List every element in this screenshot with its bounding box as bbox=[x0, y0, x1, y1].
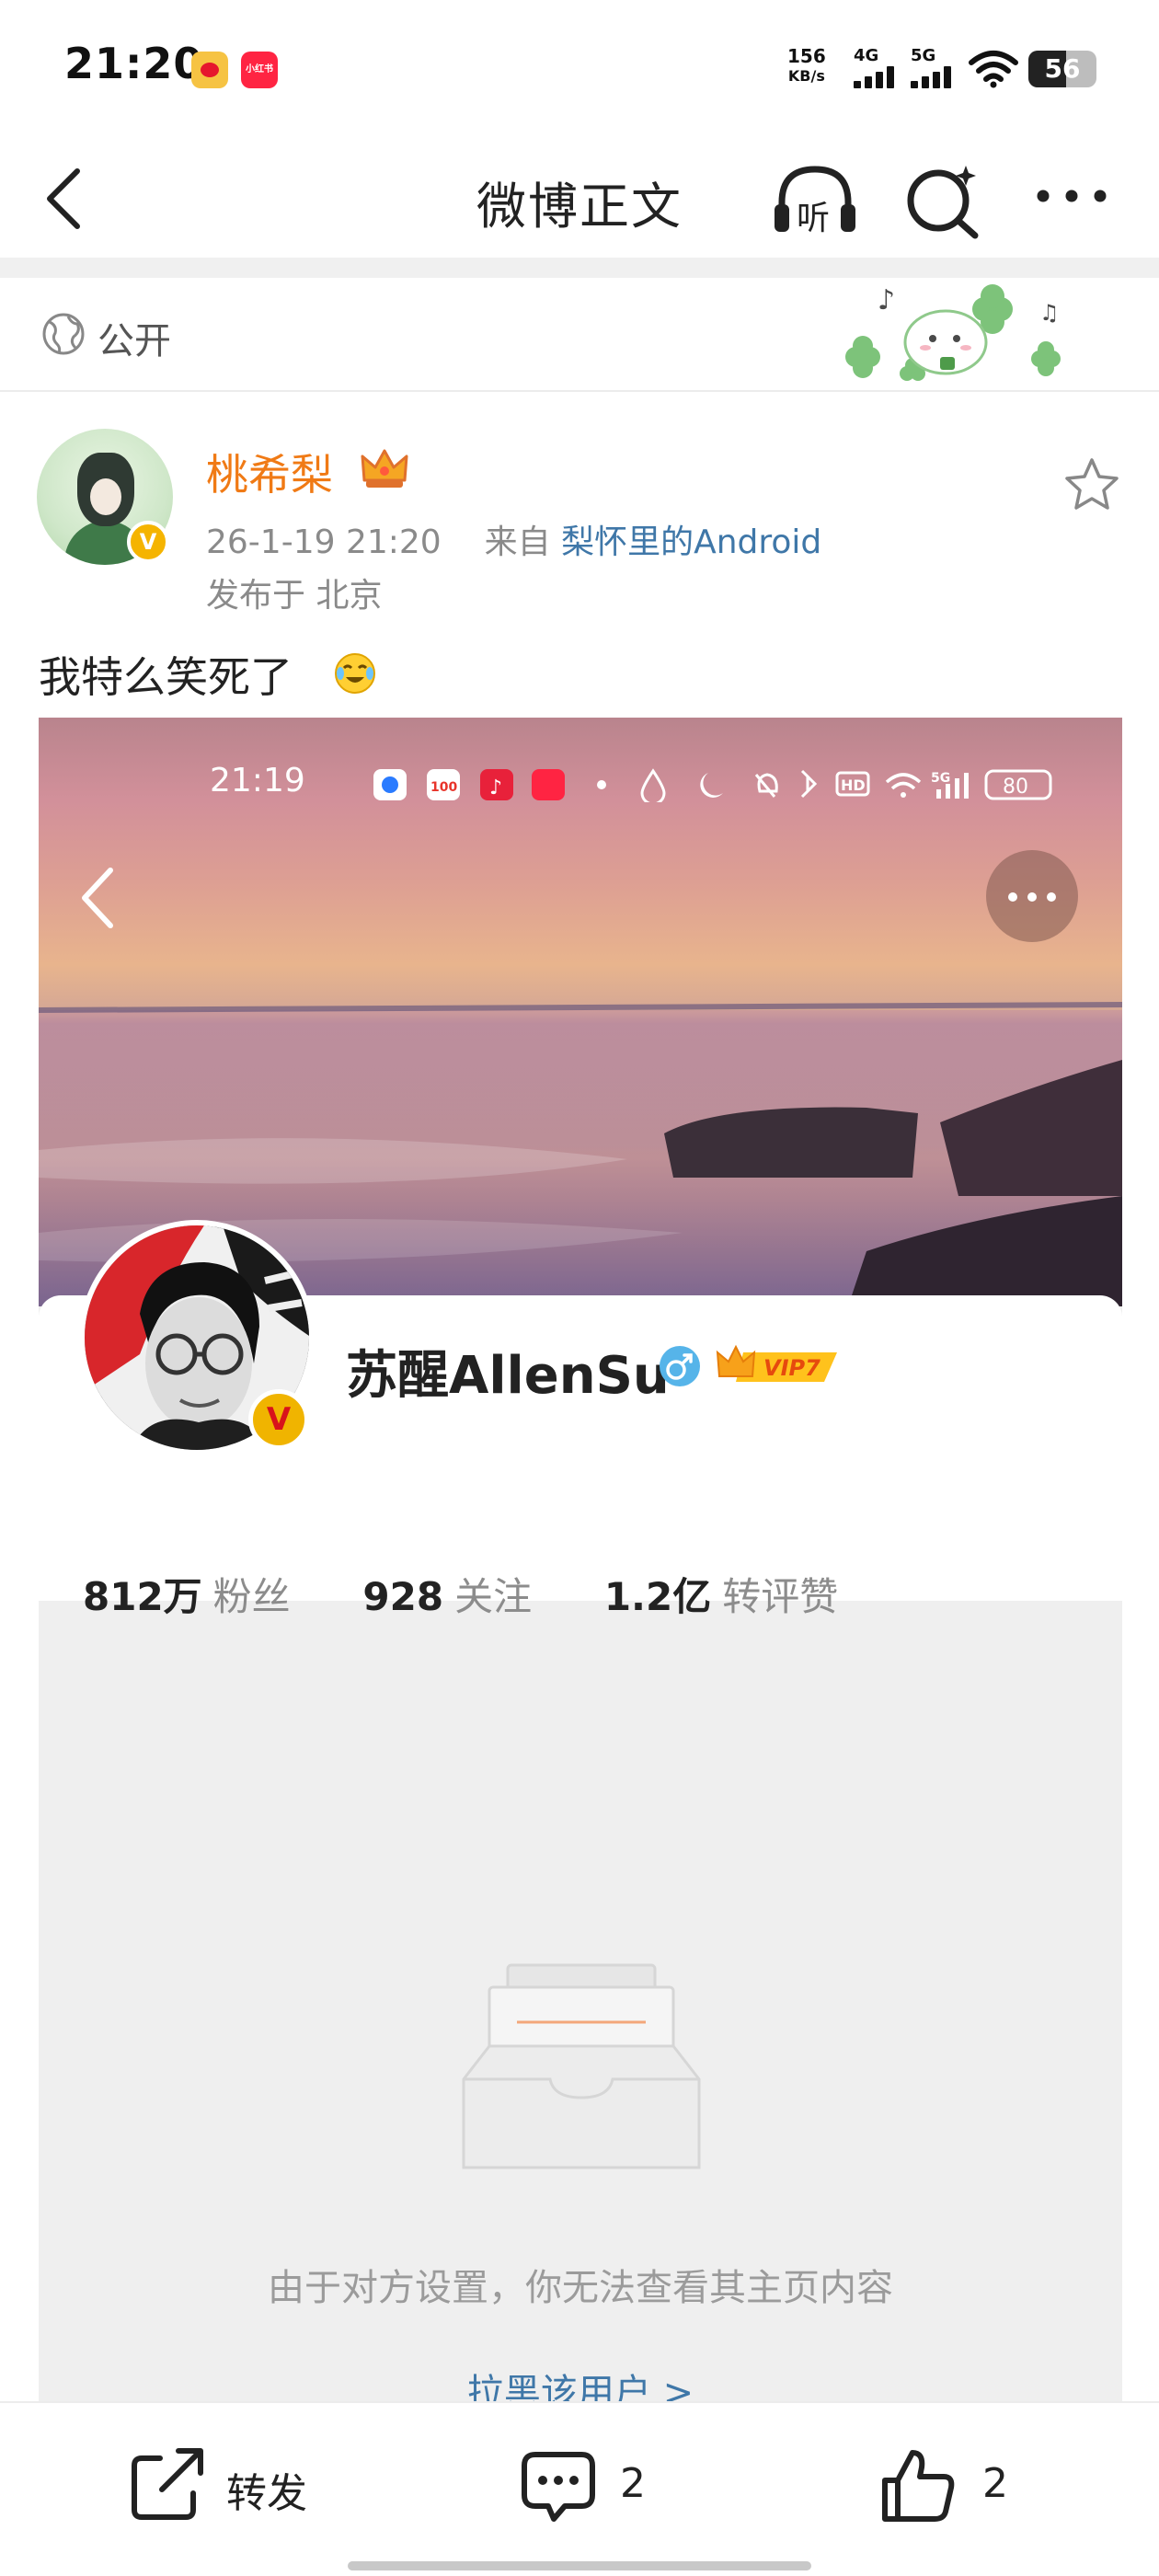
blocked-message: 由于对方设置，你无法查看其主页内容 bbox=[268, 2267, 893, 2309]
nav-bar: 微博正文 听 bbox=[0, 138, 1159, 258]
weibo-icon bbox=[191, 52, 228, 88]
page-title: 微博正文 bbox=[476, 178, 683, 236]
block-user-link: 拉黑该用户 > bbox=[466, 2372, 694, 2401]
interactions-label: 转评赞 bbox=[722, 1574, 839, 1619]
embedded-battery: 80 bbox=[1003, 776, 1028, 799]
interactions-count: 1.2亿 bbox=[603, 1574, 712, 1619]
network-speed-unit: KB/s bbox=[787, 67, 825, 85]
profile-name: 苏醒AllenSu bbox=[346, 1346, 670, 1406]
action-toolbar: 转发 2 2 bbox=[0, 2401, 1159, 2576]
signal-5g-icon: 5G bbox=[911, 46, 957, 92]
embedded-status-icons: 100 ♪ HD 5G 80 bbox=[373, 768, 1052, 802]
svg-text:♪: ♪ bbox=[878, 284, 895, 316]
post-from-prefix: 来自 bbox=[484, 523, 551, 561]
author-name[interactable]: 桃希梨 bbox=[206, 442, 333, 502]
repost-label: 转发 bbox=[226, 2470, 307, 2517]
clover-decoration-icon: ♪ ♫ bbox=[845, 284, 1061, 381]
profile-stats: 812万 粉丝 928 关注 1.2亿 转评赞 bbox=[83, 1566, 838, 1622]
section-divider bbox=[0, 258, 1159, 278]
svg-text:100: 100 bbox=[430, 780, 457, 795]
vip-label: VIP7 bbox=[763, 1355, 820, 1381]
more-icon[interactable] bbox=[1030, 164, 1113, 228]
followers-count: 812万 bbox=[83, 1574, 202, 1619]
privacy-row: 公开 ♪ ♫ bbox=[0, 278, 1159, 392]
like-button[interactable]: 2 bbox=[876, 2444, 1032, 2526]
listen-button[interactable]: 听 bbox=[769, 160, 861, 243]
battery-icon: 56 bbox=[1028, 51, 1096, 87]
listen-label: 听 bbox=[797, 200, 831, 237]
like-count: 2 bbox=[982, 2460, 1008, 2507]
vip-badge-icon: VIP7 bbox=[716, 1344, 837, 1382]
followers-label: 粉丝 bbox=[212, 1574, 291, 1619]
following-count: 928 bbox=[362, 1574, 444, 1619]
wifi-icon bbox=[969, 51, 1018, 88]
post-meta: 26-1-19 21:20 来自 梨怀里的Android bbox=[206, 515, 821, 563]
embedded-status-time: 21:19 bbox=[210, 762, 305, 799]
post-text: 我特么笑死了 bbox=[39, 652, 293, 702]
svg-text:HD: HD bbox=[841, 776, 866, 794]
repost-button[interactable]: 转发 bbox=[125, 2444, 337, 2526]
svg-text:5G: 5G bbox=[931, 771, 950, 786]
svg-text:♫: ♫ bbox=[1039, 300, 1060, 326]
search-icon[interactable] bbox=[901, 158, 984, 241]
empty-inbox-icon bbox=[462, 1963, 701, 2169]
signal-5g-label: 5G bbox=[911, 46, 936, 65]
post-location: 发布于 北京 bbox=[206, 577, 383, 615]
post-date: 26-1-19 21:20 bbox=[206, 523, 442, 561]
network-speed-value: 156 bbox=[787, 45, 826, 67]
repost-icon bbox=[132, 2448, 203, 2520]
signal-4g-icon: 4G bbox=[854, 46, 900, 92]
privacy-label: 公开 bbox=[98, 320, 171, 362]
globe-icon bbox=[42, 313, 85, 355]
verified-badge: V bbox=[127, 521, 169, 563]
post-image[interactable]: 21:19 100 ♪ HD 5G 80 V 苏醒AllenSu VIP7 81… bbox=[39, 718, 1122, 2401]
comment-icon bbox=[522, 2452, 595, 2522]
embedded-back-icon bbox=[82, 868, 113, 928]
status-time: 21:20 bbox=[64, 39, 204, 88]
male-gender-icon bbox=[660, 1346, 700, 1386]
battery-percent: 56 bbox=[1044, 53, 1081, 84]
status-bar: 21:20 小红书 156 KB/s 4G 5G 56 bbox=[0, 0, 1159, 138]
svg-text:♪: ♪ bbox=[489, 776, 502, 799]
xiaohongshu-icon: 小红书 bbox=[241, 52, 278, 88]
network-speed: 156 KB/s bbox=[787, 46, 826, 86]
following-label: 关注 bbox=[454, 1574, 533, 1619]
comment-count: 2 bbox=[620, 2460, 646, 2507]
sunset-background bbox=[39, 718, 1122, 1306]
embedded-more-icon bbox=[986, 850, 1078, 942]
laughing-crying-emoji-icon bbox=[335, 653, 375, 694]
signal-4g-label: 4G bbox=[854, 46, 879, 65]
home-indicator[interactable] bbox=[348, 2561, 811, 2570]
thumbs-up-icon bbox=[882, 2450, 955, 2522]
star-icon[interactable] bbox=[1061, 454, 1122, 513]
comment-button[interactable]: 2 bbox=[517, 2444, 673, 2526]
profile-verified-badge: V bbox=[248, 1389, 309, 1450]
crown-icon bbox=[361, 449, 408, 488]
post-source-link[interactable]: 梨怀里的Android bbox=[561, 523, 821, 561]
